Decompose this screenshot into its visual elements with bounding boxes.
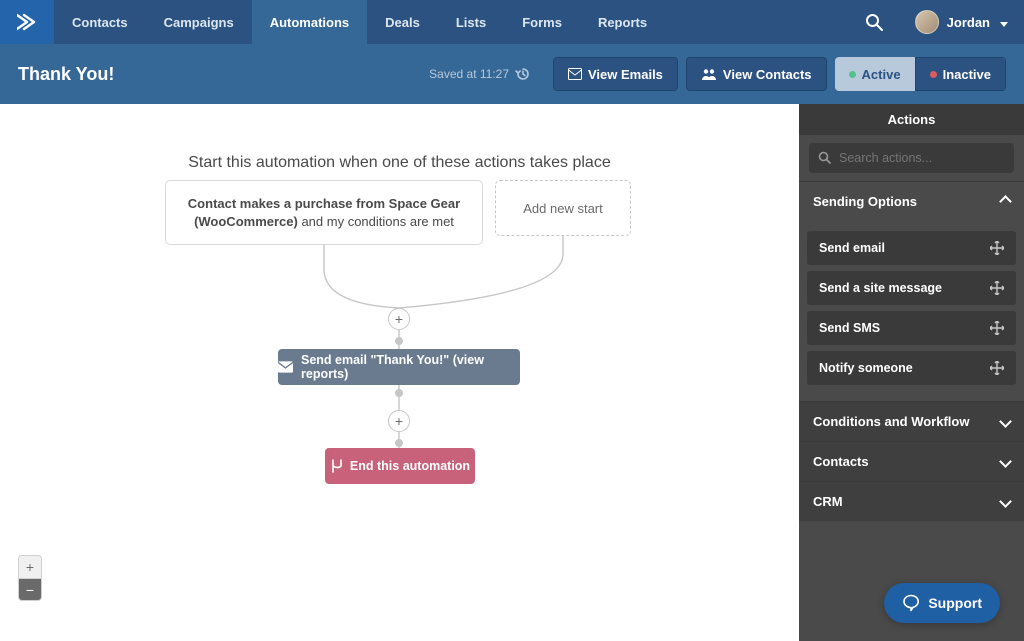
user-menu[interactable]: Jordan bbox=[899, 10, 1024, 34]
nav-deals[interactable]: Deals bbox=[367, 0, 438, 44]
view-emails-button[interactable]: View Emails bbox=[553, 57, 678, 91]
add-start-card[interactable]: Add new start bbox=[495, 180, 631, 236]
support-button[interactable]: Support bbox=[884, 583, 1000, 623]
global-search-button[interactable] bbox=[849, 13, 899, 31]
zoom-controls: + − bbox=[18, 555, 42, 601]
view-contacts-button[interactable]: View Contacts bbox=[686, 57, 827, 91]
end-automation-step[interactable]: End this automation bbox=[325, 448, 475, 484]
trigger-rest: and my conditions are met bbox=[298, 214, 454, 229]
nav-lists[interactable]: Lists bbox=[438, 0, 504, 44]
nav-campaigns[interactable]: Campaigns bbox=[146, 0, 252, 44]
logo-icon bbox=[17, 13, 37, 31]
move-icon bbox=[990, 321, 1004, 335]
action-notify-someone[interactable]: Notify someone bbox=[807, 351, 1016, 385]
nav-automations[interactable]: Automations bbox=[252, 0, 367, 44]
mail-icon bbox=[278, 361, 293, 373]
caret-down-icon bbox=[998, 15, 1008, 30]
sidebar-search bbox=[799, 135, 1024, 181]
add-node-1[interactable]: + bbox=[388, 308, 410, 330]
app-logo[interactable] bbox=[0, 0, 54, 44]
sidebar-header: Actions bbox=[799, 104, 1024, 135]
inactive-dot-icon bbox=[930, 71, 937, 78]
section-conditions-workflow[interactable]: Conditions and Workflow bbox=[799, 401, 1024, 441]
mail-icon bbox=[568, 68, 582, 80]
search-icon bbox=[865, 13, 883, 31]
avatar bbox=[915, 10, 939, 34]
sending-actions-list: Send email Send a site message Send SMS … bbox=[799, 221, 1024, 401]
contacts-icon bbox=[701, 68, 717, 80]
history-icon bbox=[515, 66, 531, 82]
nav-forms[interactable]: Forms bbox=[504, 0, 580, 44]
saved-indicator: Saved at 11:27 bbox=[429, 66, 531, 82]
automation-canvas[interactable]: Start this automation when one of these … bbox=[0, 104, 799, 641]
nav-reports[interactable]: Reports bbox=[580, 0, 665, 44]
connector-dot bbox=[395, 389, 403, 397]
connector-dot bbox=[395, 439, 403, 447]
chevron-down-icon bbox=[1001, 414, 1010, 429]
section-sending-options[interactable]: Sending Options bbox=[799, 181, 1024, 221]
page-title: Thank You! bbox=[18, 64, 114, 85]
move-icon bbox=[990, 241, 1004, 255]
section-contacts[interactable]: Contacts bbox=[799, 441, 1024, 481]
chevron-down-icon bbox=[1001, 454, 1010, 469]
nav-items: Contacts Campaigns Automations Deals Lis… bbox=[54, 0, 665, 44]
section-crm[interactable]: CRM bbox=[799, 481, 1024, 521]
end-icon bbox=[330, 459, 344, 473]
search-icon bbox=[818, 151, 831, 164]
user-name: Jordan bbox=[947, 15, 990, 30]
nav-contacts[interactable]: Contacts bbox=[54, 0, 146, 44]
sidebar-search-input[interactable] bbox=[809, 143, 1014, 173]
active-dot-icon bbox=[849, 71, 856, 78]
canvas-instruction: Start this automation when one of these … bbox=[0, 154, 799, 172]
actions-sidebar: Actions Sending Options Send email Send … bbox=[799, 104, 1024, 641]
action-send-email[interactable]: Send email bbox=[807, 231, 1016, 265]
automation-canvas-wrap: Start this automation when one of these … bbox=[0, 104, 799, 641]
chevron-up-icon bbox=[1001, 194, 1010, 209]
chat-icon bbox=[902, 594, 920, 612]
status-toggle: Active Inactive bbox=[835, 57, 1006, 91]
action-send-site-message[interactable]: Send a site message bbox=[807, 271, 1016, 305]
top-nav: Contacts Campaigns Automations Deals Lis… bbox=[0, 0, 1024, 44]
status-inactive-button[interactable]: Inactive bbox=[915, 57, 1006, 91]
zoom-in-button[interactable]: + bbox=[19, 556, 41, 578]
move-icon bbox=[990, 281, 1004, 295]
connector-dot bbox=[395, 337, 403, 345]
page-subheader: Thank You! Saved at 11:27 View Emails Vi… bbox=[0, 44, 1024, 104]
trigger-card[interactable]: Contact makes a purchase from Space Gear… bbox=[165, 180, 483, 245]
main-area: Start this automation when one of these … bbox=[0, 104, 1024, 641]
status-active-button[interactable]: Active bbox=[835, 57, 915, 91]
send-email-step[interactable]: Send email "Thank You!" (view reports) bbox=[278, 349, 520, 385]
add-node-2[interactable]: + bbox=[388, 410, 410, 432]
chevron-down-icon bbox=[1001, 494, 1010, 509]
zoom-out-button[interactable]: − bbox=[19, 578, 41, 600]
action-send-sms[interactable]: Send SMS bbox=[807, 311, 1016, 345]
move-icon bbox=[990, 361, 1004, 375]
